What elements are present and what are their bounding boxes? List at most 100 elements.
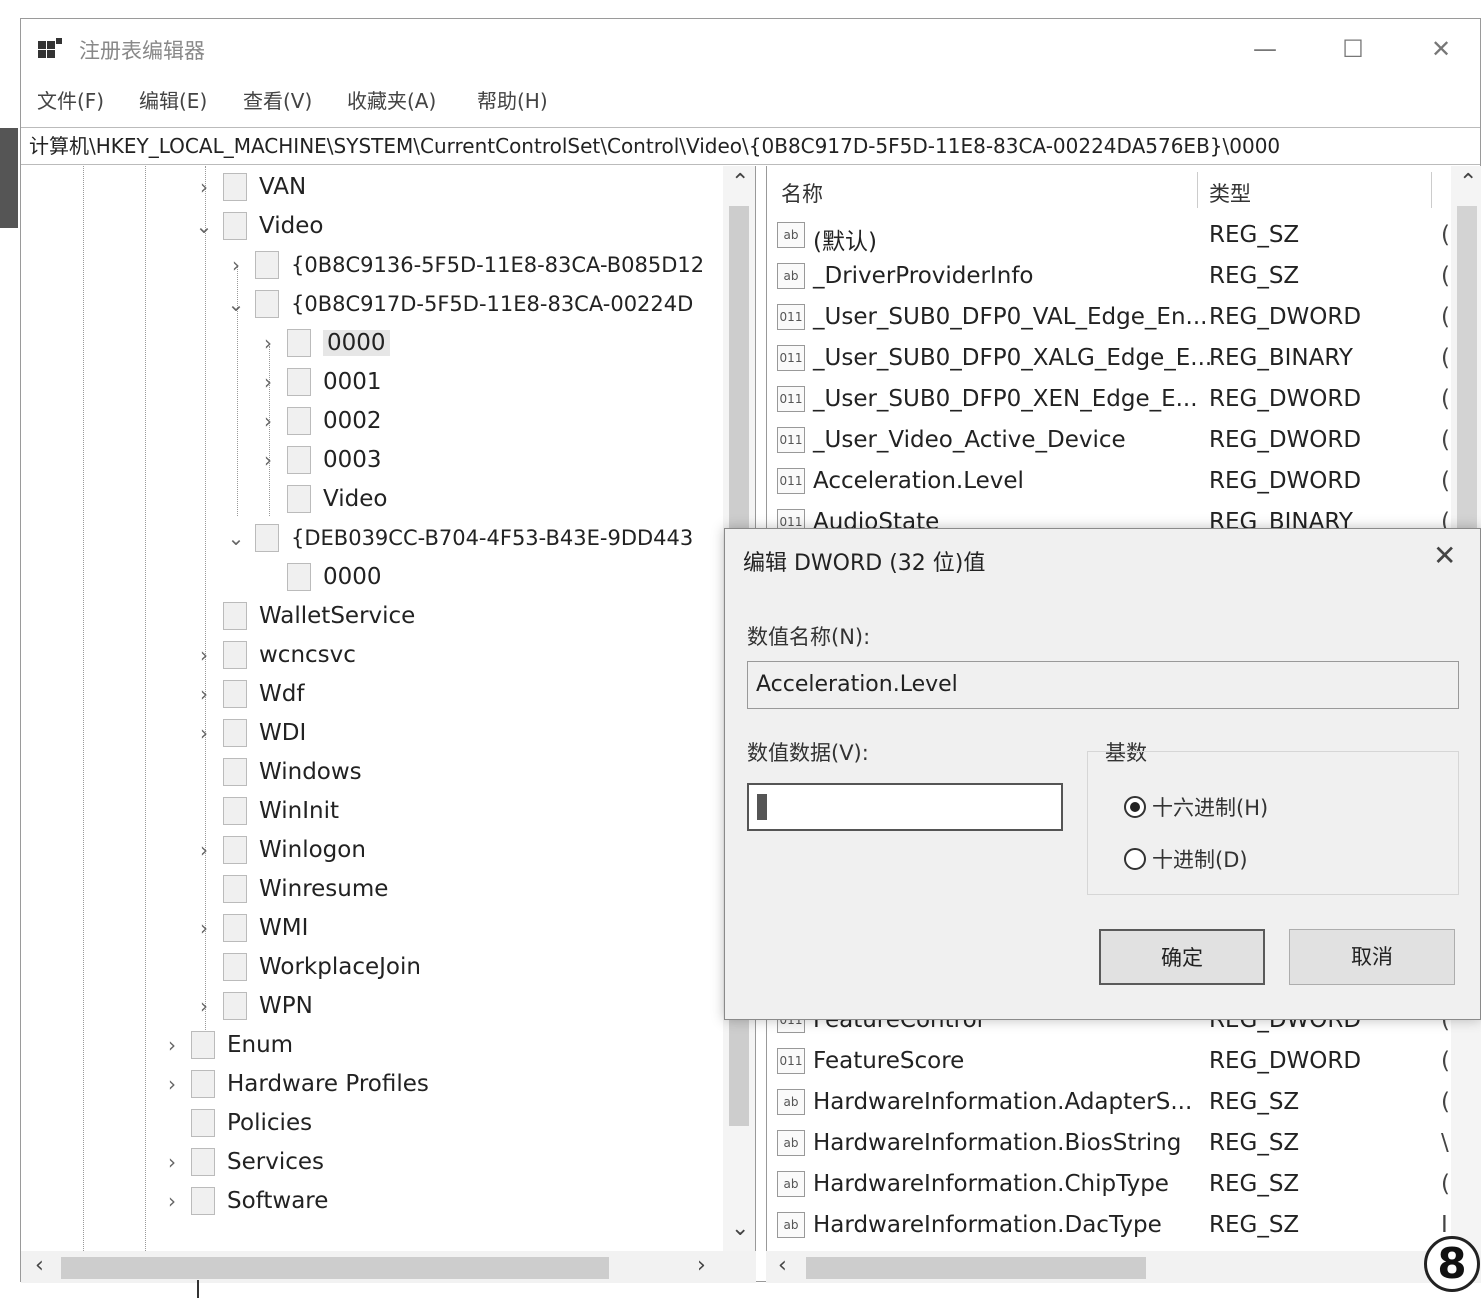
tree-item[interactable]: Winresume (193, 870, 388, 908)
list-scroll-thumb[interactable] (1457, 206, 1477, 566)
dialog-close-button[interactable]: ✕ (1433, 539, 1456, 572)
expand-icon[interactable]: › (161, 1189, 183, 1213)
tree-item[interactable]: › {0B8C9136-5F5D-11E8-83CA-B085D12 (225, 246, 704, 284)
value-type: REG_DWORD (1209, 386, 1362, 412)
value-row[interactable]: 011 Acceleration.Level REG_DWORD ( (767, 462, 1481, 502)
minimize-button[interactable]: — (1245, 31, 1285, 67)
radio-checked-icon[interactable] (1124, 796, 1146, 818)
list-horizontal-scrollbar[interactable]: ‹ (766, 1251, 1481, 1283)
value-row[interactable]: ab HardwareInformation.DacType REG_SZ I (767, 1206, 1481, 1246)
value-row[interactable]: ab (默认) REG_SZ ( (767, 216, 1481, 256)
value-data-input[interactable] (747, 783, 1063, 831)
tree-item[interactable]: Video (257, 480, 387, 518)
menu-edit[interactable]: 编辑(E) (139, 85, 207, 114)
value-name-label: 数值名称(N): (747, 625, 871, 649)
menu-file[interactable]: 文件(F) (37, 85, 104, 114)
maximize-button[interactable]: ☐ (1333, 31, 1373, 67)
expand-icon[interactable]: › (225, 253, 247, 277)
collapse-icon[interactable]: ⌄ (193, 214, 215, 238)
expand-icon[interactable]: › (257, 370, 279, 394)
expand-icon[interactable]: › (161, 1150, 183, 1174)
cancel-button[interactable]: 取消 (1289, 929, 1455, 985)
tree-item[interactable]: › VAN (193, 168, 306, 206)
dec-radio-option[interactable]: 十进制(D) (1124, 844, 1248, 874)
expand-icon[interactable]: › (193, 682, 215, 706)
scroll-left-icon[interactable]: ‹ (778, 1253, 787, 1278)
expand-icon[interactable]: › (193, 721, 215, 745)
expand-icon[interactable]: › (257, 409, 279, 433)
tree-item[interactable]: › 0002 (257, 402, 382, 440)
radio-unchecked-icon[interactable] (1124, 848, 1146, 870)
tree-hscroll-thumb[interactable] (61, 1257, 609, 1279)
tree-item[interactable]: › wcncsvc (193, 636, 356, 674)
scroll-down-icon[interactable]: ⌄ (731, 1216, 749, 1241)
column-header-type[interactable]: 类型 (1209, 178, 1251, 208)
value-row[interactable]: 011 _User_SUB0_DFP0_XALG_Edge_E... REG_BIN… (767, 339, 1481, 379)
value-row[interactable]: ab _DriverProviderInfo REG_SZ ( (767, 257, 1481, 297)
expand-icon[interactable]: › (193, 916, 215, 940)
expand-icon[interactable]: › (193, 838, 215, 862)
collapse-icon[interactable]: ⌄ (225, 526, 247, 550)
hex-radio-option[interactable]: 十六进制(H) (1124, 792, 1268, 822)
collapse-icon[interactable]: ⌄ (225, 292, 247, 316)
expand-icon[interactable]: › (161, 1072, 183, 1096)
column-separator[interactable] (1431, 172, 1432, 208)
tree-item[interactable]: ⌄ {DEB039CC-B704-4F53-B43E-9DD443 (225, 519, 693, 557)
text-cursor (757, 794, 767, 820)
key-tree-pane[interactable]: › VAN ⌄ Video › {0B8C9136-5F5D-11E8-83CA-B0… (21, 166, 756, 1251)
value-row[interactable]: 011 FeatureScore REG_DWORD ( (767, 1042, 1481, 1082)
tree-item[interactable]: › 0001 (257, 363, 382, 401)
value-row[interactable]: 011 _User_Video_Active_Device REG_DWORD ( (767, 421, 1481, 461)
close-button[interactable]: ✕ (1421, 31, 1461, 67)
expand-icon[interactable]: › (193, 994, 215, 1018)
scroll-up-icon[interactable]: ⌃ (1459, 170, 1477, 195)
value-row[interactable]: ab HardwareInformation.BiosString REG_SZ \ (767, 1124, 1481, 1164)
scroll-right-icon[interactable]: › (697, 1253, 706, 1278)
tree-item[interactable]: WorkplaceJoin (193, 948, 421, 986)
tree-item-selected[interactable]: › 0000 (257, 324, 390, 362)
tree-item[interactable]: WalletService (193, 597, 415, 635)
menu-help[interactable]: 帮助(H) (477, 85, 548, 114)
tree-item[interactable]: › Software (161, 1182, 328, 1220)
tree-item[interactable]: › WMI (193, 909, 308, 947)
tree-item-label: WMI (259, 915, 309, 941)
expand-icon[interactable]: › (257, 331, 279, 355)
folder-icon (191, 1187, 215, 1215)
tree-item[interactable]: › 0003 (257, 441, 382, 479)
expand-icon[interactable]: › (257, 448, 279, 472)
tree-item-label: WinInit (259, 798, 339, 824)
tree-item[interactable]: › Enum (161, 1026, 293, 1064)
scroll-up-icon[interactable]: ⌃ (731, 170, 749, 195)
tree-item[interactable]: › Services (161, 1143, 324, 1181)
ok-button[interactable]: 确定 (1099, 929, 1265, 985)
tree-item[interactable]: ⌄ Video (193, 207, 323, 245)
value-row[interactable]: ab HardwareInformation.AdapterS... REG_SZ ( (767, 1083, 1481, 1123)
value-row[interactable]: 011 _User_SUB0_DFP0_XEN_Edge_E... REG_DWOR… (767, 380, 1481, 420)
menu-view[interactable]: 查看(V) (243, 85, 312, 114)
tree-item[interactable]: Policies (161, 1104, 312, 1142)
tree-item-label: {DEB039CC-B704-4F53-B43E-9DD443 (291, 526, 694, 550)
tree-item[interactable]: › WPN (193, 987, 313, 1025)
list-hscroll-thumb[interactable] (806, 1257, 1146, 1279)
tree-item[interactable]: › Winlogon (193, 831, 366, 869)
expand-icon[interactable]: › (193, 175, 215, 199)
tree-item[interactable]: › Wdf (193, 675, 304, 713)
menu-favorites[interactable]: 收藏夹(A) (347, 85, 436, 114)
tree-guide-line (145, 166, 146, 1251)
tree-item[interactable]: › WDI (193, 714, 306, 752)
scroll-left-icon[interactable]: ‹ (35, 1253, 44, 1278)
expand-icon[interactable]: › (193, 643, 215, 667)
tree-item[interactable]: › Hardware Profiles (161, 1065, 429, 1103)
tree-item[interactable]: Windows (193, 753, 362, 791)
tree-item[interactable]: ⌄ {0B8C917D-5F5D-11E8-83CA-00224D (225, 285, 693, 323)
column-separator[interactable] (1197, 172, 1198, 208)
tree-horizontal-scrollbar[interactable]: ‹ › (21, 1251, 756, 1283)
tree-item[interactable]: 0000 (257, 558, 382, 596)
value-row[interactable]: ab HardwareInformation.ChipType REG_SZ ( (767, 1165, 1481, 1205)
expand-icon[interactable]: › (161, 1033, 183, 1057)
value-data-label: 数值数据(V): (747, 741, 869, 765)
value-row[interactable]: 011 _User_SUB0_DFP0_VAL_Edge_En... REG_DWO… (767, 298, 1481, 338)
address-bar[interactable]: 计算机\HKEY_LOCAL_MACHINE\SYSTEM\CurrentCon… (21, 127, 1480, 165)
tree-item[interactable]: WinInit (193, 792, 339, 830)
column-header-name[interactable]: 名称 (781, 178, 823, 208)
